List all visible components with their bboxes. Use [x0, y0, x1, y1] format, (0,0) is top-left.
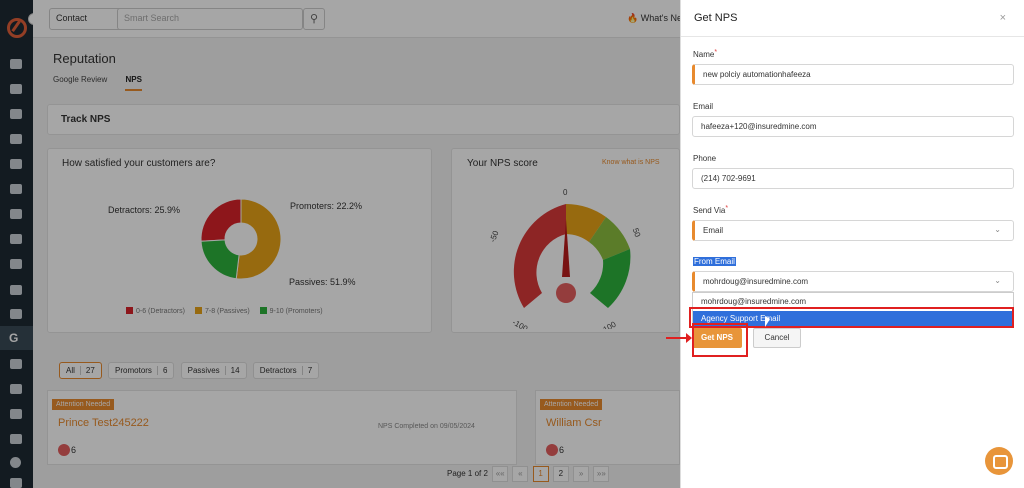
close-icon[interactable]: ×	[1000, 12, 1006, 24]
get-nps-drawer: Get NPS × Name* new polciy automationhaf…	[680, 0, 1024, 488]
from-email-label: From Email	[693, 257, 736, 266]
send-via-value: Email	[703, 226, 724, 235]
drawer-title: Get NPS	[694, 12, 738, 24]
name-label-text: Name	[693, 50, 715, 59]
chat-support-icon[interactable]	[985, 447, 1013, 475]
chevron-down-icon: ⌄	[994, 225, 1001, 234]
from-email-label-text: From Email	[693, 257, 736, 266]
required-asterisk: *	[725, 205, 729, 212]
phone-field[interactable]: (214) 702-9691	[692, 168, 1014, 189]
from-email-select[interactable]: mohrdoug@insuredmine.com ⌄	[692, 271, 1014, 292]
modal-backdrop[interactable]	[0, 0, 680, 488]
name-field[interactable]: new polciy automationhafeeza	[692, 64, 1014, 85]
drawer-header: Get NPS ×	[681, 0, 1024, 37]
highlight-box-button	[692, 323, 748, 357]
from-email-value: mohrdoug@insuredmine.com	[703, 277, 809, 286]
pointer-arrow-icon	[666, 333, 692, 343]
send-via-select[interactable]: Email ⌄	[692, 220, 1014, 241]
send-via-label: Send Via*	[693, 205, 728, 215]
email-label: Email	[693, 102, 714, 111]
cancel-button[interactable]: Cancel	[753, 328, 801, 348]
chevron-down-icon: ⌄	[994, 276, 1001, 285]
name-label: Name*	[693, 49, 717, 59]
send-via-label-text: Send Via	[693, 206, 726, 215]
phone-label: Phone	[693, 154, 717, 163]
mouse-cursor-icon	[765, 316, 770, 327]
email-field[interactable]: hafeeza+120@insuredmine.com	[692, 116, 1014, 137]
required-asterisk: *	[714, 49, 718, 56]
